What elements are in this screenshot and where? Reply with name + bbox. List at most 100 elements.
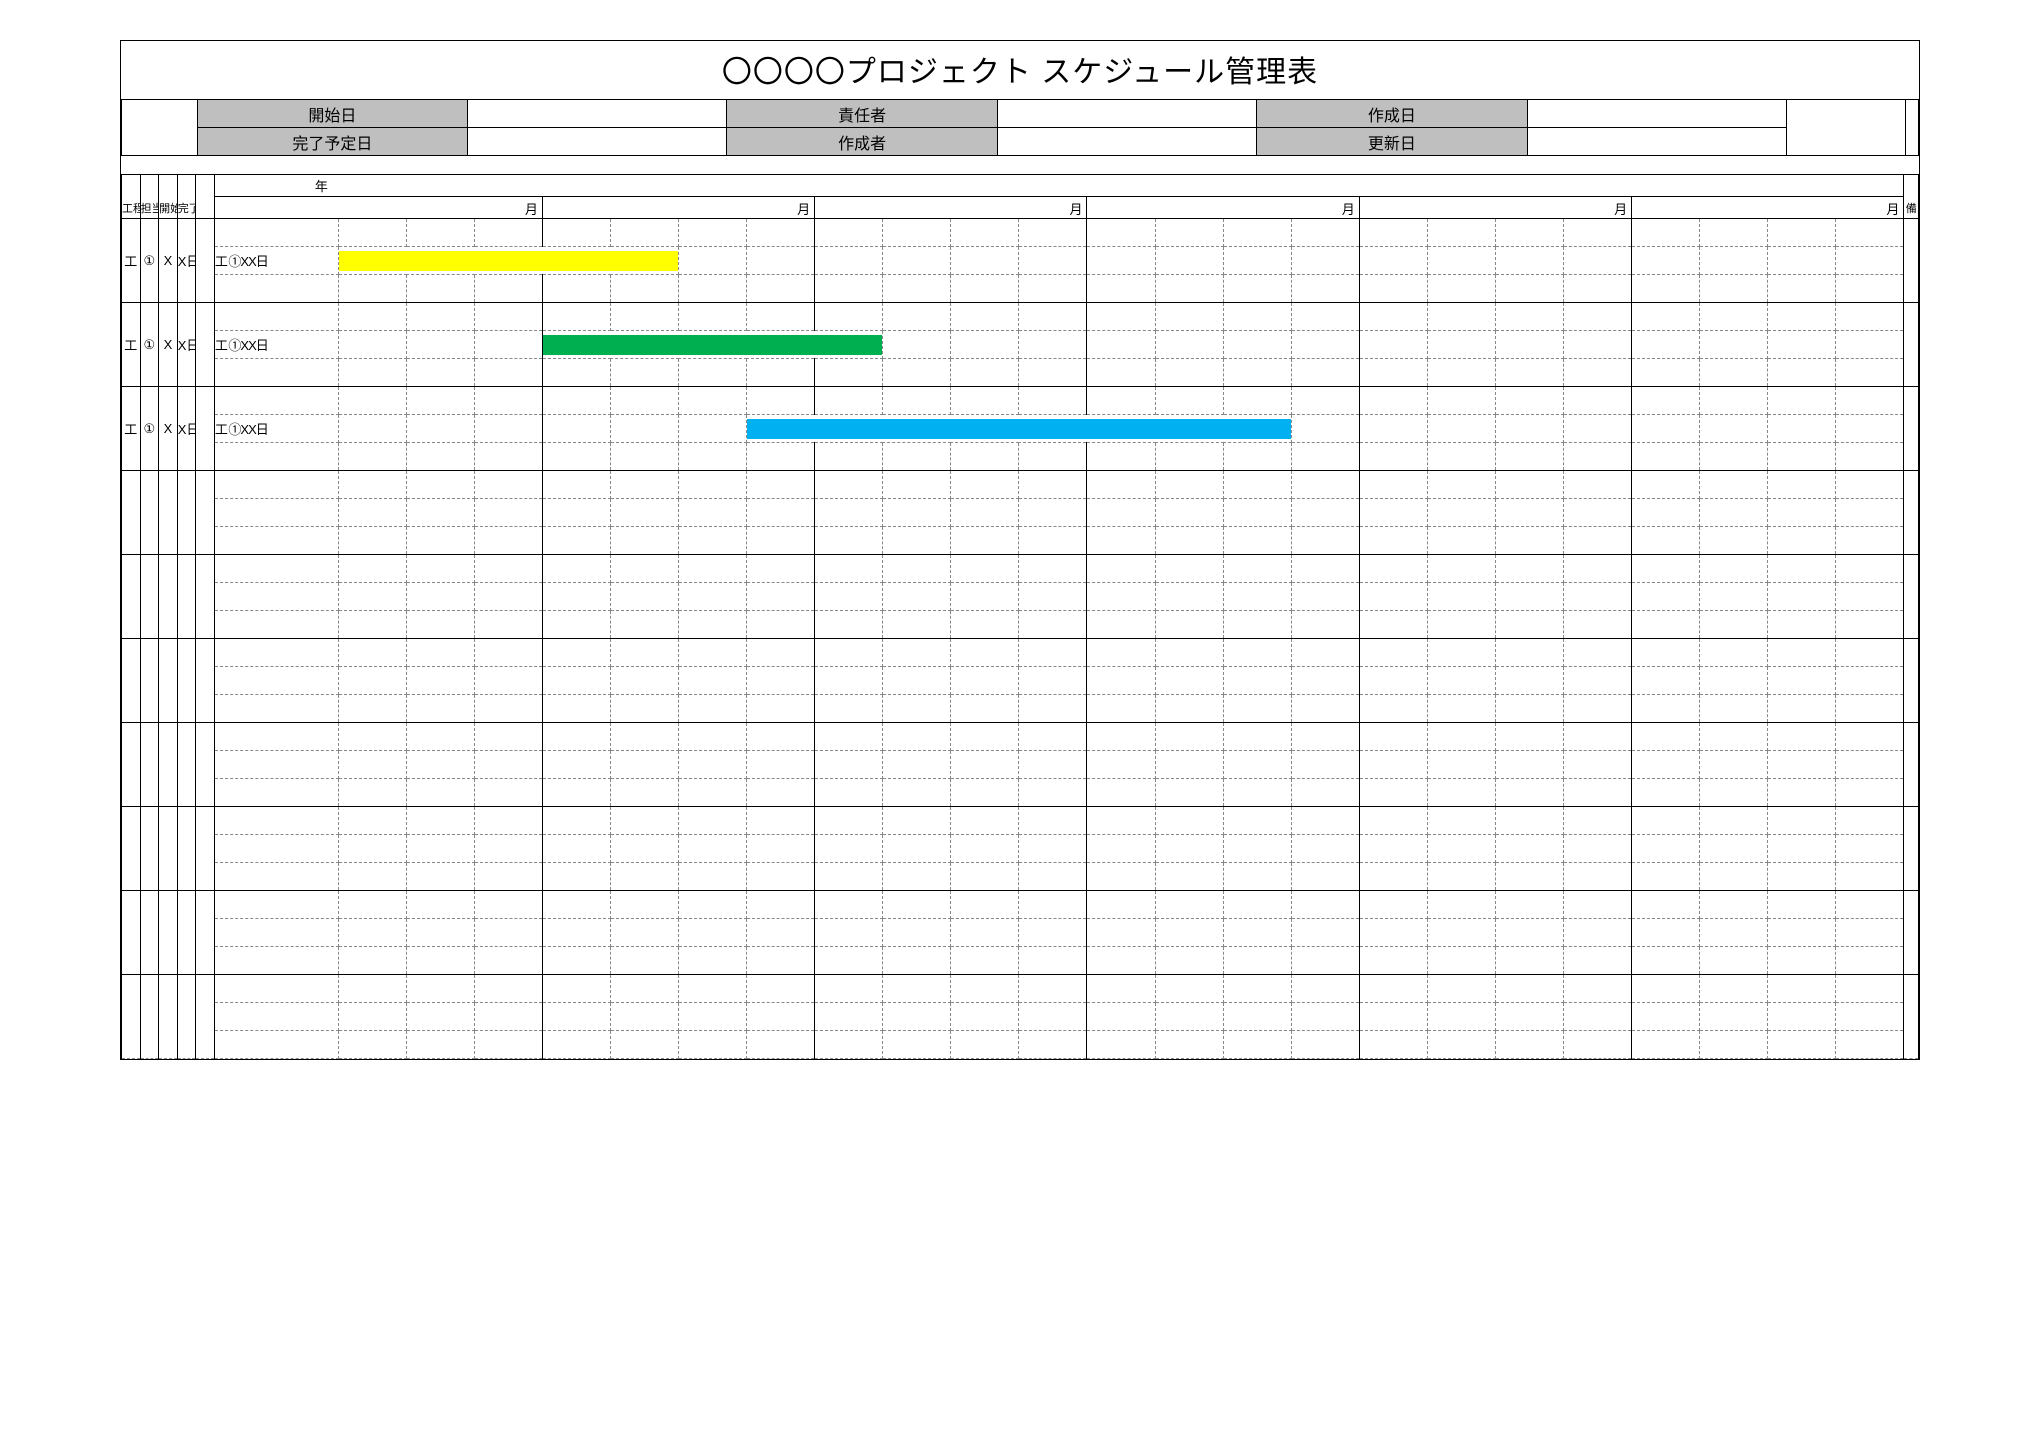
- gantt-cell[interactable]: [678, 667, 746, 695]
- gantt-cell[interactable]: [1632, 947, 1700, 975]
- cell-remarks[interactable]: [1904, 807, 1919, 891]
- gantt-cell[interactable]: [1700, 639, 1768, 667]
- gantt-cell[interactable]: [1087, 499, 1155, 527]
- gantt-cell[interactable]: [1495, 247, 1563, 275]
- gantt-cell[interactable]: [1291, 891, 1359, 919]
- gantt-cell[interactable]: [214, 471, 338, 499]
- gantt-cell[interactable]: [1359, 387, 1427, 415]
- gantt-cell[interactable]: [747, 947, 815, 975]
- gantt-cell[interactable]: [1836, 611, 1904, 639]
- gantt-cell[interactable]: [1495, 723, 1563, 751]
- gantt-cell[interactable]: [678, 499, 746, 527]
- value-manager[interactable]: [997, 100, 1256, 128]
- gantt-cell[interactable]: [1564, 1031, 1632, 1059]
- gantt-cell[interactable]: [1291, 219, 1359, 247]
- gantt-cell[interactable]: [1019, 303, 1087, 331]
- gantt-cell[interactable]: [815, 611, 883, 639]
- gantt-cell[interactable]: [747, 359, 815, 387]
- gantt-cell[interactable]: [1291, 499, 1359, 527]
- gantt-cell[interactable]: [1155, 527, 1223, 555]
- gantt-cell[interactable]: [1564, 331, 1632, 359]
- gantt-cell[interactable]: [1087, 527, 1155, 555]
- gantt-cell[interactable]: [1155, 667, 1223, 695]
- gantt-cell[interactable]: [1427, 219, 1495, 247]
- gantt-cell[interactable]: [1632, 1003, 1700, 1031]
- gantt-cell[interactable]: [815, 639, 883, 667]
- gantt-cell[interactable]: [951, 527, 1019, 555]
- gantt-cell[interactable]: [1291, 779, 1359, 807]
- gantt-cell[interactable]: [542, 555, 610, 583]
- gantt-cell[interactable]: [1223, 639, 1291, 667]
- gantt-cell[interactable]: [338, 919, 406, 947]
- gantt-cell[interactable]: [338, 387, 406, 415]
- gantt-cell[interactable]: [1836, 443, 1904, 471]
- gantt-cell[interactable]: 工 ①XX日: [214, 247, 338, 275]
- gantt-cell[interactable]: [815, 947, 883, 975]
- gantt-cell[interactable]: [747, 443, 815, 471]
- gantt-cell[interactable]: [610, 611, 678, 639]
- gantt-cell[interactable]: [815, 359, 883, 387]
- gantt-cell[interactable]: [1087, 331, 1155, 359]
- gantt-cell[interactable]: [951, 779, 1019, 807]
- gantt-cell[interactable]: [1564, 947, 1632, 975]
- gantt-cell[interactable]: [474, 611, 542, 639]
- gantt-cell[interactable]: [1223, 275, 1291, 303]
- gantt-cell[interactable]: [610, 1031, 678, 1059]
- gantt-cell[interactable]: [1836, 1003, 1904, 1031]
- gantt-cell[interactable]: [1768, 387, 1836, 415]
- gantt-cell[interactable]: [747, 667, 815, 695]
- gantt-cell[interactable]: [1223, 527, 1291, 555]
- cell-owner[interactable]: [140, 555, 159, 639]
- gantt-cell[interactable]: [747, 247, 815, 275]
- gantt-cell[interactable]: [951, 443, 1019, 471]
- gantt-cell[interactable]: [1836, 891, 1904, 919]
- gantt-cell[interactable]: [610, 919, 678, 947]
- gantt-cell[interactable]: [1019, 359, 1087, 387]
- gantt-cell[interactable]: [1632, 919, 1700, 947]
- gantt-cell[interactable]: [1836, 387, 1904, 415]
- gantt-cell[interactable]: [1768, 891, 1836, 919]
- gantt-cell[interactable]: [815, 555, 883, 583]
- cell-remarks[interactable]: [1904, 723, 1919, 807]
- gantt-cell[interactable]: [883, 527, 951, 555]
- gantt-cell[interactable]: [542, 975, 610, 1003]
- gantt-cell[interactable]: [1836, 667, 1904, 695]
- gantt-cell[interactable]: [1019, 751, 1087, 779]
- gantt-cell[interactable]: [1632, 247, 1700, 275]
- gantt-cell[interactable]: [338, 667, 406, 695]
- gantt-cell[interactable]: [1632, 275, 1700, 303]
- gantt-cell[interactable]: [815, 751, 883, 779]
- gantt-cell[interactable]: [1087, 555, 1155, 583]
- gantt-cell[interactable]: [1359, 331, 1427, 359]
- gantt-cell[interactable]: [815, 1003, 883, 1031]
- gantt-cell[interactable]: [1768, 807, 1836, 835]
- gantt-cell[interactable]: [1223, 863, 1291, 891]
- gantt-cell[interactable]: [883, 1031, 951, 1059]
- gantt-cell[interactable]: [214, 219, 338, 247]
- gantt-cell[interactable]: [338, 415, 406, 443]
- gantt-cell[interactable]: [1564, 639, 1632, 667]
- gantt-cell[interactable]: [678, 611, 746, 639]
- cell-remarks[interactable]: [1904, 891, 1919, 975]
- gantt-cell[interactable]: [542, 471, 610, 499]
- cell-end[interactable]: [177, 891, 196, 975]
- gantt-cell[interactable]: [474, 219, 542, 247]
- gantt-cell[interactable]: [1087, 751, 1155, 779]
- gantt-cell[interactable]: [474, 415, 542, 443]
- gantt-cell[interactable]: [1291, 555, 1359, 583]
- gantt-cell[interactable]: [474, 275, 542, 303]
- gantt-cell[interactable]: [1836, 919, 1904, 947]
- gantt-cell[interactable]: [815, 667, 883, 695]
- gantt-cell[interactable]: [678, 639, 746, 667]
- gantt-cell[interactable]: [1427, 611, 1495, 639]
- gantt-cell[interactable]: [214, 779, 338, 807]
- gantt-cell[interactable]: [1632, 723, 1700, 751]
- gantt-cell[interactable]: [1155, 891, 1223, 919]
- gantt-cell[interactable]: [542, 415, 610, 443]
- gantt-cell[interactable]: [1700, 275, 1768, 303]
- gantt-cell[interactable]: [1564, 471, 1632, 499]
- gantt-cell[interactable]: [1155, 1031, 1223, 1059]
- gantt-cell[interactable]: [1223, 331, 1291, 359]
- gantt-cell[interactable]: [406, 527, 474, 555]
- gantt-cell[interactable]: [1700, 751, 1768, 779]
